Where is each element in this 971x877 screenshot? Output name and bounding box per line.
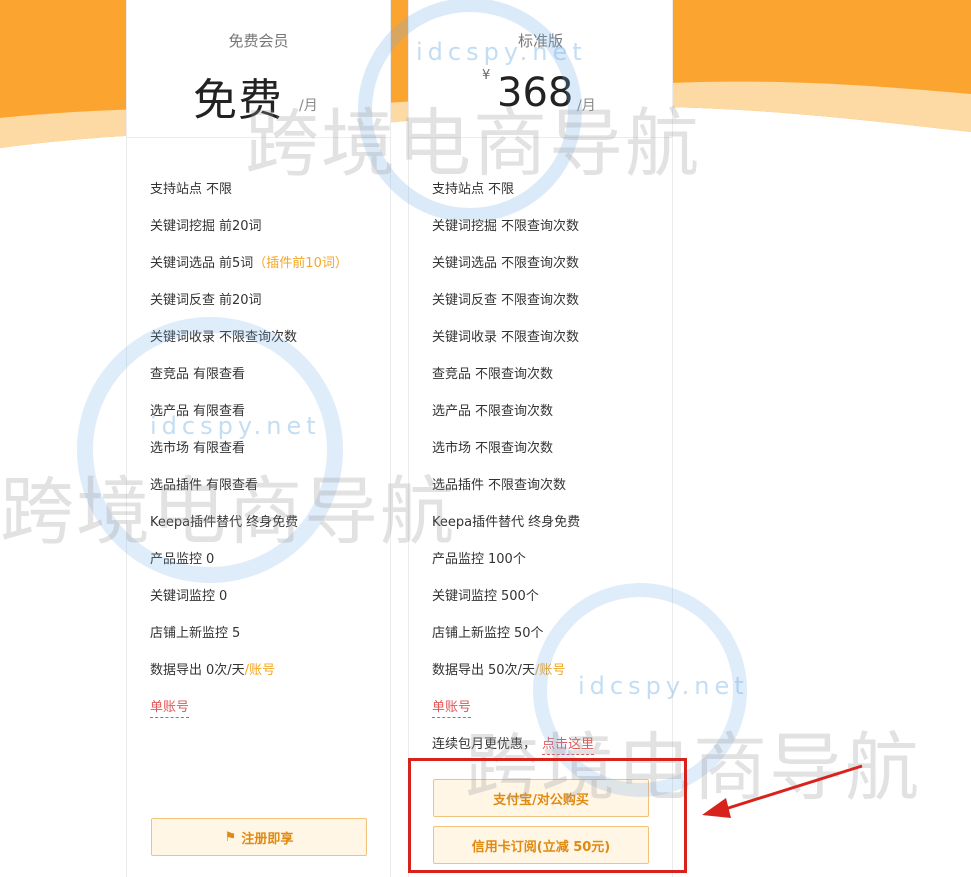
free-plan-name: 免费会员 [228, 32, 289, 50]
feature-row: 数据导出 0次/天/账号 [150, 663, 276, 678]
account-type-row: 单账号 [432, 696, 594, 733]
feature-row: 关键词收录 不限查询次数 [150, 330, 298, 345]
flag-icon: ⚑ [224, 829, 237, 845]
feature-row: 店铺上新监控 50个 [432, 626, 544, 641]
feature-row: 关键词反查 前20词 [150, 293, 262, 308]
free-plan-card: 免费会员 免费 /月 支持站点 不限 关键词挖掘 前20词 关键词选品 前5词（插件前… [126, 0, 391, 877]
feature-row: 关键词选品 不限查询次数 [432, 256, 580, 271]
single-account-link[interactable]: 单账号 [432, 700, 472, 718]
feature-row: 数据导出 50次/天/账号 [432, 663, 566, 678]
feature-row: 关键词挖掘 不限查询次数 [432, 219, 580, 234]
account-note: 账号 [539, 663, 566, 678]
standard-plan-name: 标准版 [517, 32, 563, 50]
feature-row: 选品插件 有限查看 [150, 478, 259, 493]
feature-row: 产品监控 100个 [432, 552, 526, 567]
feature-row: 查竞品 有限查看 [150, 367, 246, 382]
standard-plan-card: 标准版 ¥ 368 /月 支持站点 不限 关键词挖掘 不限查询次数 关键词选品 不限查… [408, 0, 673, 877]
free-plan-features: 支持站点 不限 关键词挖掘 前20词 关键词选品 前5词（插件前10词） 关键词反查前… [150, 178, 348, 733]
standard-plan-period: /月 [577, 98, 596, 114]
feature-row: 选市场 不限查询次数 [432, 441, 554, 456]
register-button-label: 注册即享 [241, 831, 294, 847]
standard-plan-header: 标准版 ¥ 368 /月 [409, 0, 672, 138]
free-plan-period: /月 [299, 98, 318, 114]
free-plan-header: 免费会员 免费 /月 [127, 0, 390, 138]
feature-row: 查竞品 不限查询次数 [432, 367, 554, 382]
feature-row: 关键词挖掘 前20词 [150, 219, 262, 234]
click-here-link[interactable]: 点击这里 [542, 737, 595, 755]
feature-row: 关键词监控 0 [150, 589, 228, 604]
highlight-box [408, 758, 687, 873]
account-note: 账号 [249, 663, 276, 678]
feature-row: 店铺上新监控 5 [150, 626, 241, 641]
feature-row: 选品插件 不限查询次数 [432, 478, 567, 493]
feature-row: 选市场 有限查看 [150, 441, 246, 456]
register-button[interactable]: ⚑ 注册即享 [151, 818, 367, 856]
feature-row: 关键词监控 500个 [432, 589, 539, 604]
feature-row: 支持站点 不限 [432, 182, 515, 197]
feature-row: 关键词收录 不限查询次数 [432, 330, 580, 345]
feature-row: Keepa插件替代 终身免费 [150, 515, 299, 530]
currency-symbol: ¥ [482, 68, 491, 83]
feature-row: 关键词选品 前5词（插件前10词） [150, 256, 348, 271]
feature-row: 选产品 不限查询次数 [432, 404, 554, 419]
feature-row: 选产品 有限查看 [150, 404, 246, 419]
account-type-row: 单账号 [150, 696, 348, 733]
feature-row: 关键词反查 不限查询次数 [432, 293, 580, 308]
single-account-link[interactable]: 单账号 [150, 700, 190, 718]
free-plan-price: 免费 [193, 75, 283, 126]
feature-row: 产品监控 0 [150, 552, 215, 567]
standard-plan-price: 368 [497, 70, 574, 116]
feature-row: Keepa插件替代 终身免费 [432, 515, 581, 530]
feature-row: 支持站点 不限 [150, 182, 233, 197]
standard-plan-features: 支持站点 不限 关键词挖掘 不限查询次数 关键词选品 不限查询次数 关键词反查 不限查询… [432, 178, 595, 770]
plugin-note: （插件前10词） [253, 256, 348, 271]
promo-text: 连续包月更优惠， [432, 737, 537, 752]
